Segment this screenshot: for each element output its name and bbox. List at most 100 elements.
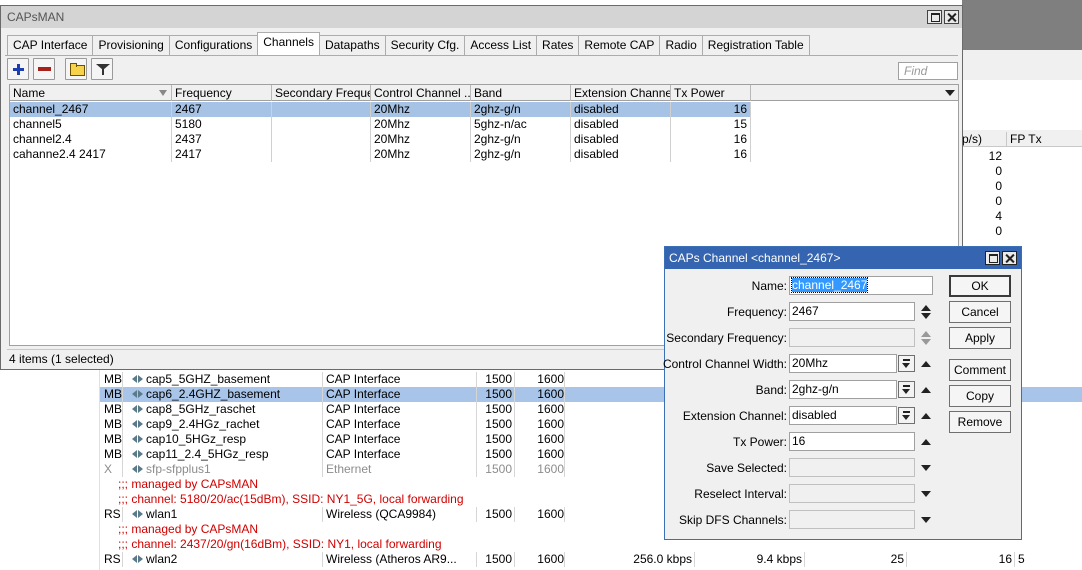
control-channel-width-dropdown-icon[interactable]: [898, 355, 915, 372]
tab-radio[interactable]: Radio: [659, 35, 703, 55]
grid-line: [322, 372, 323, 387]
column-header-extension-channel[interactable]: Extension Channel: [571, 85, 671, 101]
close-icon[interactable]: [944, 10, 959, 24]
grid-line: [564, 447, 565, 462]
tx-power-remove-icon[interactable]: [921, 439, 931, 445]
comment-icon[interactable]: [65, 58, 87, 80]
cell-frequency: 2467: [172, 102, 272, 117]
remove-button[interactable]: Remove: [949, 411, 1011, 433]
interface-cell-name: cap11_2.4_5HGz_resp: [132, 447, 322, 462]
secondary-frequency-field[interactable]: [789, 328, 915, 347]
comment-button[interactable]: Comment: [949, 359, 1011, 381]
secondary-frequency-row: Secondary Frequency:: [665, 328, 935, 348]
cancel-button[interactable]: Cancel: [949, 301, 1011, 323]
maximize-icon[interactable]: [927, 10, 942, 24]
column-header-frequency[interactable]: Frequency: [172, 85, 272, 101]
remove-icon[interactable]: [33, 58, 55, 80]
save-selected-expand-icon[interactable]: [921, 465, 931, 471]
grid-line: [514, 432, 515, 447]
control-channel-width-label: Control Channel Width:: [662, 357, 787, 371]
control-channel-width-select[interactable]: 20Mhz: [789, 354, 897, 373]
dialog-title[interactable]: CAPs Channel <channel_2467>: [665, 247, 1021, 269]
tab-remote-cap[interactable]: Remote CAP: [578, 35, 661, 55]
cell-band: 2ghz-g/n: [471, 132, 571, 147]
copy-button[interactable]: Copy: [949, 385, 1011, 407]
column-header-tx-power[interactable]: Tx Power: [671, 85, 751, 101]
column-header-fp-tx[interactable]: FP Tx: [1006, 132, 1042, 146]
interface-icon: [132, 374, 144, 384]
apply-button[interactable]: Apply: [949, 327, 1011, 349]
column-header-band[interactable]: Band: [471, 85, 571, 101]
filter-icon[interactable]: [91, 58, 113, 80]
interface-cell-type: CAP Interface: [326, 402, 401, 416]
maximize-icon[interactable]: [985, 251, 1000, 265]
grid-line: [476, 417, 477, 432]
frequency-increment-icon[interactable]: [921, 305, 931, 311]
column-menu-icon[interactable]: [945, 90, 955, 96]
extension-channel-dropdown-icon[interactable]: [898, 407, 915, 424]
tab-channels[interactable]: Channels: [257, 32, 320, 55]
skip-dfs-channels-expand-icon[interactable]: [921, 517, 931, 523]
band-select[interactable]: 2ghz-g/n: [789, 380, 897, 399]
secondary-frequency-decrement-icon[interactable]: [921, 339, 931, 345]
table-row[interactable]: channel2.4 2437 20Mhz 2ghz-g/n disabled 16: [10, 132, 751, 147]
save-selected-field[interactable]: [789, 458, 915, 477]
interface-cell-flags: MB: [104, 432, 122, 446]
find-input[interactable]: Find: [898, 62, 958, 80]
skip-dfs-channels-field[interactable]: [789, 510, 915, 529]
window-title[interactable]: CAPsMAN: [1, 6, 962, 28]
cell-tx: 16: [671, 147, 751, 162]
column-header-control-channel-width[interactable]: Control Channel ...: [371, 85, 471, 101]
extension-channel-remove-icon[interactable]: [921, 413, 931, 419]
tab-rates[interactable]: Rates: [536, 35, 580, 55]
tab-divider: [5, 55, 958, 56]
control-channel-width-remove-icon[interactable]: [921, 361, 931, 367]
cell-name: channel_2467: [10, 102, 172, 117]
reselect-interval-field[interactable]: [789, 484, 915, 503]
secondary-frequency-increment-icon[interactable]: [921, 331, 931, 337]
window-title-text: CAPsMAN: [7, 10, 65, 24]
interface-cell-fpx: [1018, 387, 1082, 402]
background-window-tab-area: [962, 50, 1082, 80]
interface-icon: [132, 404, 144, 414]
band-remove-icon[interactable]: [921, 387, 931, 393]
interface-row[interactable]: RS wlan2 Wireless (Atheros AR9... 1500 1600 2…: [100, 552, 1082, 567]
table-row[interactable]: channel_2467 2467 20Mhz 2ghz-g/n disabled 16: [10, 102, 751, 117]
band-dropdown-icon[interactable]: [898, 381, 915, 398]
column-header-label: Band: [474, 86, 503, 100]
interface-icon: [132, 419, 144, 429]
tx-power-field[interactable]: 16: [789, 432, 915, 451]
cell-band: 2ghz-g/n: [471, 102, 571, 117]
interface-cell-type: Wireless (QCA9984): [326, 507, 437, 521]
interface-cell-type: CAP Interface: [326, 447, 401, 461]
extension-channel-select[interactable]: disabled: [789, 406, 897, 425]
column-header-name[interactable]: Name: [10, 85, 172, 101]
table-row[interactable]: cahanne2.4 2417 2417 20Mhz 2ghz-g/n disabled…: [10, 147, 751, 162]
frequency-decrement-icon[interactable]: [921, 313, 931, 319]
grid-line: [476, 387, 477, 402]
column-header-label: Control Channel ...: [374, 86, 471, 100]
tab-access-list[interactable]: Access List: [464, 35, 538, 55]
background-left-margin: [0, 368, 100, 570]
tab-cap-interface[interactable]: CAP Interface: [7, 35, 94, 55]
name-field[interactable]: channel_2467: [789, 276, 933, 295]
grid-line: [1014, 552, 1015, 567]
ok-button[interactable]: OK: [949, 275, 1011, 297]
add-icon[interactable]: [7, 58, 29, 80]
column-header-secondary-frequency[interactable]: Secondary Freque...: [272, 85, 371, 101]
tab-security-cfg[interactable]: Security Cfg.: [384, 35, 466, 55]
grid-line: [514, 402, 515, 417]
column-header-rx-pps[interactable]: p/s): [962, 132, 982, 146]
close-icon[interactable]: [1002, 251, 1017, 265]
reselect-interval-expand-icon[interactable]: [921, 491, 931, 497]
control-channel-width-row: Control Channel Width: 20Mhz: [662, 354, 935, 374]
skip-dfs-channels-row: Skip DFS Channels:: [665, 510, 935, 530]
tab-registration-table[interactable]: Registration Table: [701, 35, 810, 55]
name-label: Name:: [751, 279, 787, 293]
tab-configurations[interactable]: Configurations: [168, 35, 259, 55]
grid-line: [476, 432, 477, 447]
frequency-field[interactable]: 2467: [789, 302, 915, 321]
tab-datapaths[interactable]: Datapaths: [318, 35, 386, 55]
table-row[interactable]: channel5 5180 20Mhz 5ghz-n/ac disabled 15: [10, 117, 751, 132]
tab-provisioning[interactable]: Provisioning: [92, 35, 170, 55]
